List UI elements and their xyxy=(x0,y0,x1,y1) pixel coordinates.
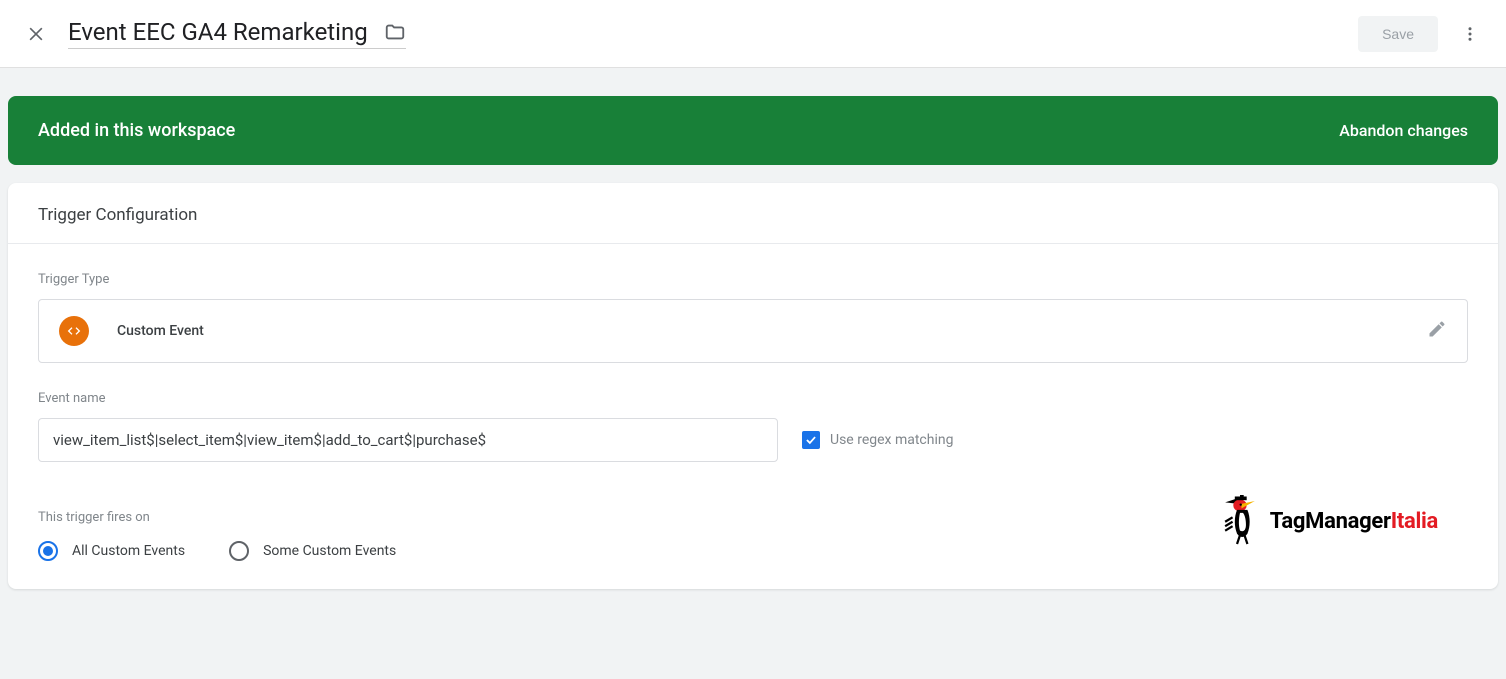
event-name-section: Event name Use regex matching xyxy=(8,363,1498,462)
pencil-icon xyxy=(1427,319,1447,339)
regex-checkbox[interactable] xyxy=(802,431,820,449)
woodpecker-icon xyxy=(1216,495,1264,547)
more-menu-button[interactable] xyxy=(1446,10,1494,58)
checkmark-icon xyxy=(804,433,818,447)
radio-button[interactable] xyxy=(38,541,58,561)
page-header: Event EEC GA4 Remarketing Save xyxy=(0,0,1506,68)
event-name-label: Event name xyxy=(38,391,1468,406)
regex-checkbox-wrap[interactable]: Use regex matching xyxy=(802,431,953,449)
title-input-wrap[interactable]: Event EEC GA4 Remarketing xyxy=(68,18,406,49)
card-title: Trigger Configuration xyxy=(8,183,1498,244)
radio-some-custom-events[interactable]: Some Custom Events xyxy=(229,541,396,561)
save-button[interactable]: Save xyxy=(1358,16,1438,52)
trigger-type-label: Trigger Type xyxy=(38,272,1468,287)
radio-button[interactable] xyxy=(229,541,249,561)
custom-event-icon xyxy=(59,316,89,346)
content-area: Added in this workspace Abandon changes … xyxy=(0,68,1506,679)
close-icon xyxy=(26,24,46,44)
workspace-status-banner: Added in this workspace Abandon changes xyxy=(8,96,1498,165)
close-button[interactable] xyxy=(12,10,60,58)
abandon-changes-button[interactable]: Abandon changes xyxy=(1339,121,1468,140)
trigger-type-selector[interactable]: Custom Event xyxy=(38,299,1468,363)
trigger-type-section: Trigger Type Custom Event xyxy=(8,244,1498,363)
trigger-config-card: Trigger Configuration Trigger Type Custo… xyxy=(8,183,1498,589)
radio-label: All Custom Events xyxy=(72,543,185,559)
edit-trigger-type-button[interactable] xyxy=(1427,319,1447,343)
event-name-input[interactable] xyxy=(38,418,778,462)
regex-checkbox-label: Use regex matching xyxy=(830,432,953,448)
page-title: Event EEC GA4 Remarketing xyxy=(68,18,368,46)
folder-icon[interactable] xyxy=(384,21,406,43)
more-vert-icon xyxy=(1461,25,1479,43)
watermark-text: TagManagerItalia xyxy=(1270,509,1438,534)
brand-watermark: TagManagerItalia xyxy=(1216,495,1438,547)
trigger-type-name: Custom Event xyxy=(117,323,204,339)
radio-label: Some Custom Events xyxy=(263,543,396,559)
radio-all-custom-events[interactable]: All Custom Events xyxy=(38,541,185,561)
status-text: Added in this workspace xyxy=(38,120,235,141)
